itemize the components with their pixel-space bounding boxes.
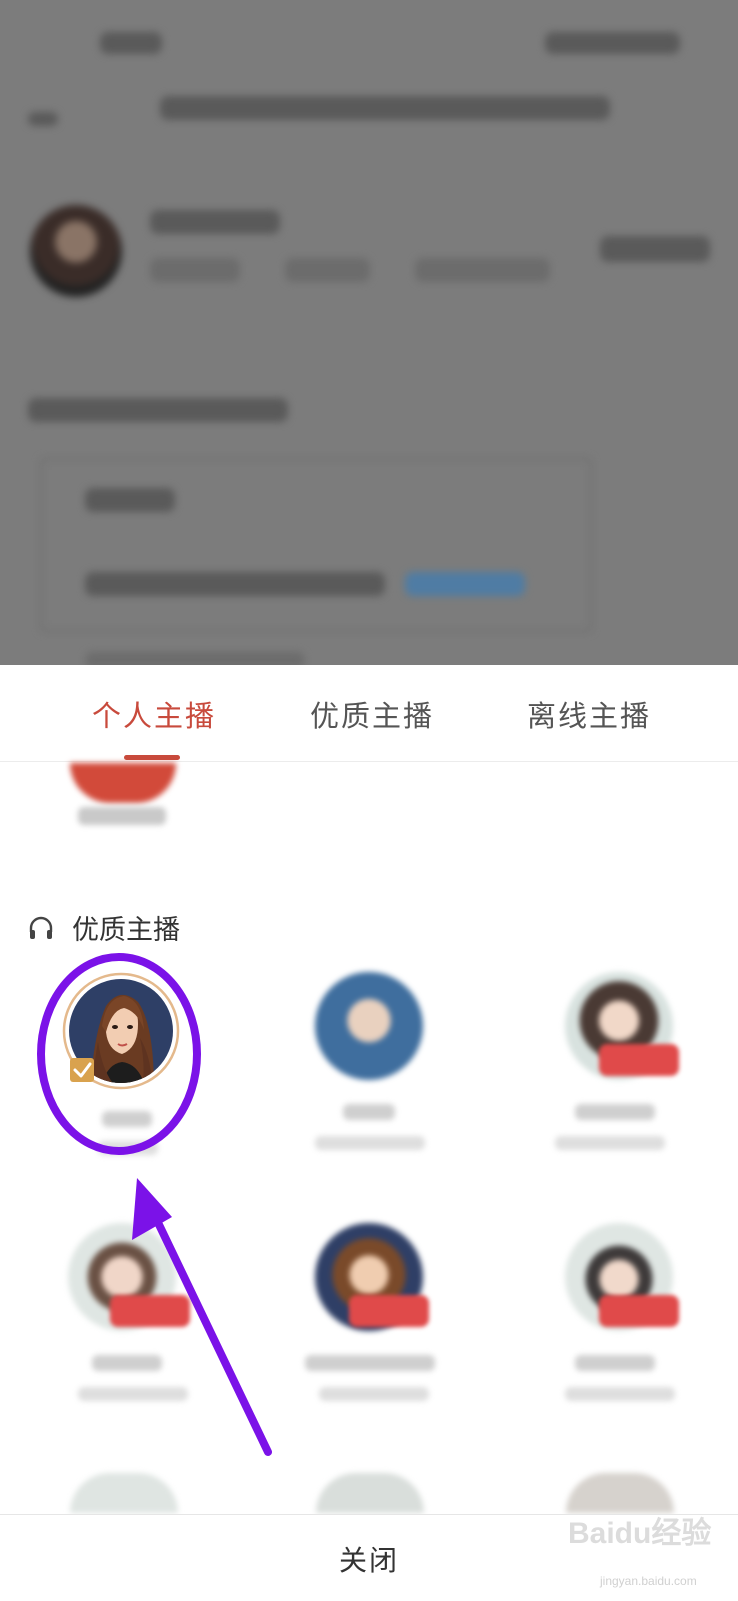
anchor-card-6[interactable] — [515, 1223, 715, 1443]
anchor-avatar-9-partial[interactable] — [566, 1473, 674, 1513]
anchor-badge-6 — [599, 1295, 679, 1327]
baidu-watermark: Baidu经验 — [568, 1517, 712, 1550]
tab-quality-anchor[interactable]: 优质主播 — [310, 693, 434, 735]
personal-anchor-label-blurred — [78, 807, 166, 825]
personal-anchor-avatar-partial[interactable] — [70, 763, 176, 803]
anchor-card-2[interactable] — [265, 972, 465, 1192]
anchor-badge-5 — [349, 1295, 429, 1327]
voice-selection-sheet: 个人主播 优质主播 离线主播 优质主播 — [0, 665, 738, 1600]
anchor-badge-4 — [110, 1295, 190, 1327]
headphones-icon — [29, 916, 53, 939]
anchor-avatar-7-partial[interactable] — [70, 1473, 178, 1513]
anchor-avatar-8-partial[interactable] — [316, 1473, 424, 1513]
anchor-card-3[interactable] — [515, 972, 715, 1192]
section-quality-anchor: 优质主播 — [28, 908, 180, 947]
baidu-watermark-url: jingyan.baidu.com — [600, 1574, 697, 1588]
background-page-dimmed — [0, 0, 738, 670]
close-button[interactable]: 关闭 — [339, 1539, 399, 1579]
anchor-card-5[interactable] — [265, 1223, 465, 1443]
tab-offline-anchor[interactable]: 离线主播 — [527, 693, 651, 735]
selected-anchor-avatar[interactable] — [62, 972, 180, 1090]
active-tab-indicator — [124, 755, 180, 760]
anchor-card-4[interactable] — [18, 1223, 218, 1443]
tab-personal-anchor[interactable]: 个人主播 — [92, 693, 216, 735]
anchor-badge-3 — [599, 1044, 679, 1076]
tab-bar: 个人主播 优质主播 离线主播 — [0, 665, 738, 762]
anchor-avatar-2[interactable] — [315, 972, 423, 1080]
blurred-content — [0, 0, 738, 670]
section-title-text: 优质主播 — [72, 915, 180, 946]
